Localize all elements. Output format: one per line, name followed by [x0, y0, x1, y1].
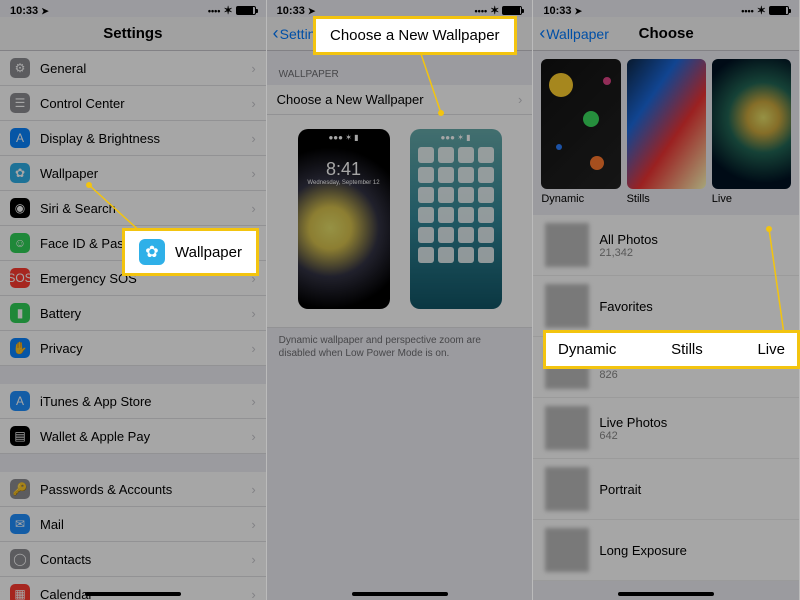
settings-privacy[interactable]: ✋Privacy› [0, 331, 266, 366]
row-icon: ✉︎ [10, 514, 30, 534]
row-icon: ◉ [10, 198, 30, 218]
row-icon: SOS [10, 268, 30, 288]
row-icon: ☺ [10, 233, 30, 253]
settings-contacts[interactable]: ◯Contacts› [0, 542, 266, 577]
album-thumb [545, 406, 589, 450]
category-stills[interactable]: Stills [627, 59, 706, 205]
chevron-right-icon: › [251, 166, 255, 181]
callout-choose-new: Choose a New Wallpaper [313, 16, 517, 55]
settings-mail[interactable]: ✉︎Mail› [0, 507, 266, 542]
home-indicator[interactable] [85, 592, 181, 596]
choose-new-wallpaper[interactable]: Choose a New Wallpaper› [267, 85, 533, 115]
homescreen-preview[interactable]: ●●● ✶ ▮ [410, 129, 502, 309]
chevron-right-icon: › [518, 92, 522, 107]
wallpaper-icon: ✿ [139, 239, 165, 265]
callout-wallpaper: ✿ Wallpaper [122, 228, 259, 276]
row-icon: ✿ [10, 163, 30, 183]
row-icon: A [10, 128, 30, 148]
wallpaper-preview-row: ●●● ✶ ▮ 8:41Wednesday, September 12 ●●● … [267, 115, 533, 328]
album-thumb [545, 528, 589, 572]
loc-icon: ➤ [41, 6, 49, 16]
row-icon: 🔑 [10, 479, 30, 499]
category-row: Dynamic Stills Live [533, 51, 799, 209]
album-all-photos[interactable]: All Photos21,342 [533, 215, 799, 276]
settings-wallpaper[interactable]: ✿Wallpaper› [0, 156, 266, 191]
album-thumb [545, 467, 589, 511]
chevron-left-icon: ‹ [539, 23, 545, 44]
settings-wallet-apple-pay[interactable]: ▤Wallet & Apple Pay› [0, 419, 266, 454]
settings-calendar[interactable]: ▦Calendar› [0, 577, 266, 600]
stills-thumb [627, 59, 706, 189]
albums-list: All Photos21,342FavoritesSelfies826Live … [533, 209, 799, 581]
pane-choose: 10:33 ➤ ••••✶ ‹Wallpaper Choose Dynamic … [533, 0, 800, 600]
row-icon: A [10, 391, 30, 411]
footer-note: Dynamic wallpaper and perspective zoom a… [267, 328, 533, 366]
album-live-photos[interactable]: Live Photos642 [533, 398, 799, 459]
chevron-right-icon: › [251, 517, 255, 532]
album-portrait[interactable]: Portrait [533, 459, 799, 520]
page-title: Settings [103, 25, 162, 42]
section-header: WALLPAPER [267, 51, 533, 85]
back-button[interactable]: ‹Wallpaper [539, 23, 609, 44]
settings-control-center[interactable]: ☰Control Center› [0, 86, 266, 121]
category-live[interactable]: Live [712, 59, 791, 205]
home-indicator[interactable] [352, 592, 448, 596]
status-bar: 10:33 ➤ ••••✶ [0, 0, 266, 17]
chevron-right-icon: › [251, 552, 255, 567]
settings-itunes-app-store[interactable]: AiTunes & App Store› [0, 384, 266, 419]
chevron-right-icon: › [251, 482, 255, 497]
category-dynamic[interactable]: Dynamic [541, 59, 620, 205]
chevron-right-icon: › [251, 306, 255, 321]
live-thumb [712, 59, 791, 189]
status-bar: 10:33 ➤ ••••✶ [267, 0, 533, 17]
row-icon: ⚙︎ [10, 58, 30, 78]
settings-siri-search[interactable]: ◉Siri & Search› [0, 191, 266, 226]
chevron-right-icon: › [251, 587, 255, 600]
home-indicator[interactable] [618, 592, 714, 596]
album-long-exposure[interactable]: Long Exposure [533, 520, 799, 581]
chevron-right-icon: › [251, 201, 255, 216]
battery-icon [236, 6, 256, 15]
signal-icon: •••• [208, 6, 221, 16]
album-thumb [545, 223, 589, 267]
settings-passwords-accounts[interactable]: 🔑Passwords & Accounts› [0, 472, 266, 507]
album-thumb [545, 284, 589, 328]
nav-choose: ‹Wallpaper Choose [533, 17, 799, 51]
dynamic-thumb [541, 59, 620, 189]
settings-battery[interactable]: ▮Battery› [0, 296, 266, 331]
settings-display-brightness[interactable]: ADisplay & Brightness› [0, 121, 266, 156]
row-icon: ✋ [10, 338, 30, 358]
page-title: Choose [639, 25, 694, 42]
nav-settings: Settings [0, 17, 266, 51]
pane-wallpaper: 10:33 ➤ ••••✶ ‹Settings WALLPAPER Choose… [267, 0, 534, 600]
chevron-left-icon: ‹ [273, 23, 279, 44]
chevron-right-icon: › [251, 429, 255, 444]
album-favorites[interactable]: Favorites [533, 276, 799, 337]
settings-list: ⚙︎General›☰Control Center›ADisplay & Bri… [0, 51, 266, 600]
lockscreen-preview[interactable]: ●●● ✶ ▮ 8:41Wednesday, September 12 [298, 129, 390, 309]
status-bar: 10:33 ➤ ••••✶ [533, 0, 799, 17]
chevron-right-icon: › [251, 341, 255, 356]
wifi-icon: ✶ [223, 4, 232, 17]
row-icon: ◯ [10, 549, 30, 569]
chevron-right-icon: › [251, 96, 255, 111]
chevron-right-icon: › [251, 394, 255, 409]
row-icon: ▤ [10, 426, 30, 446]
pane-settings: 10:33 ➤ ••••✶ Settings ⚙︎General›☰Contro… [0, 0, 267, 600]
chevron-right-icon: › [251, 131, 255, 146]
row-icon: ☰ [10, 93, 30, 113]
callout-categories: DynamicStillsLive [543, 330, 800, 369]
row-icon: ▦ [10, 584, 30, 600]
settings-general[interactable]: ⚙︎General› [0, 51, 266, 86]
chevron-right-icon: › [251, 61, 255, 76]
row-icon: ▮ [10, 303, 30, 323]
